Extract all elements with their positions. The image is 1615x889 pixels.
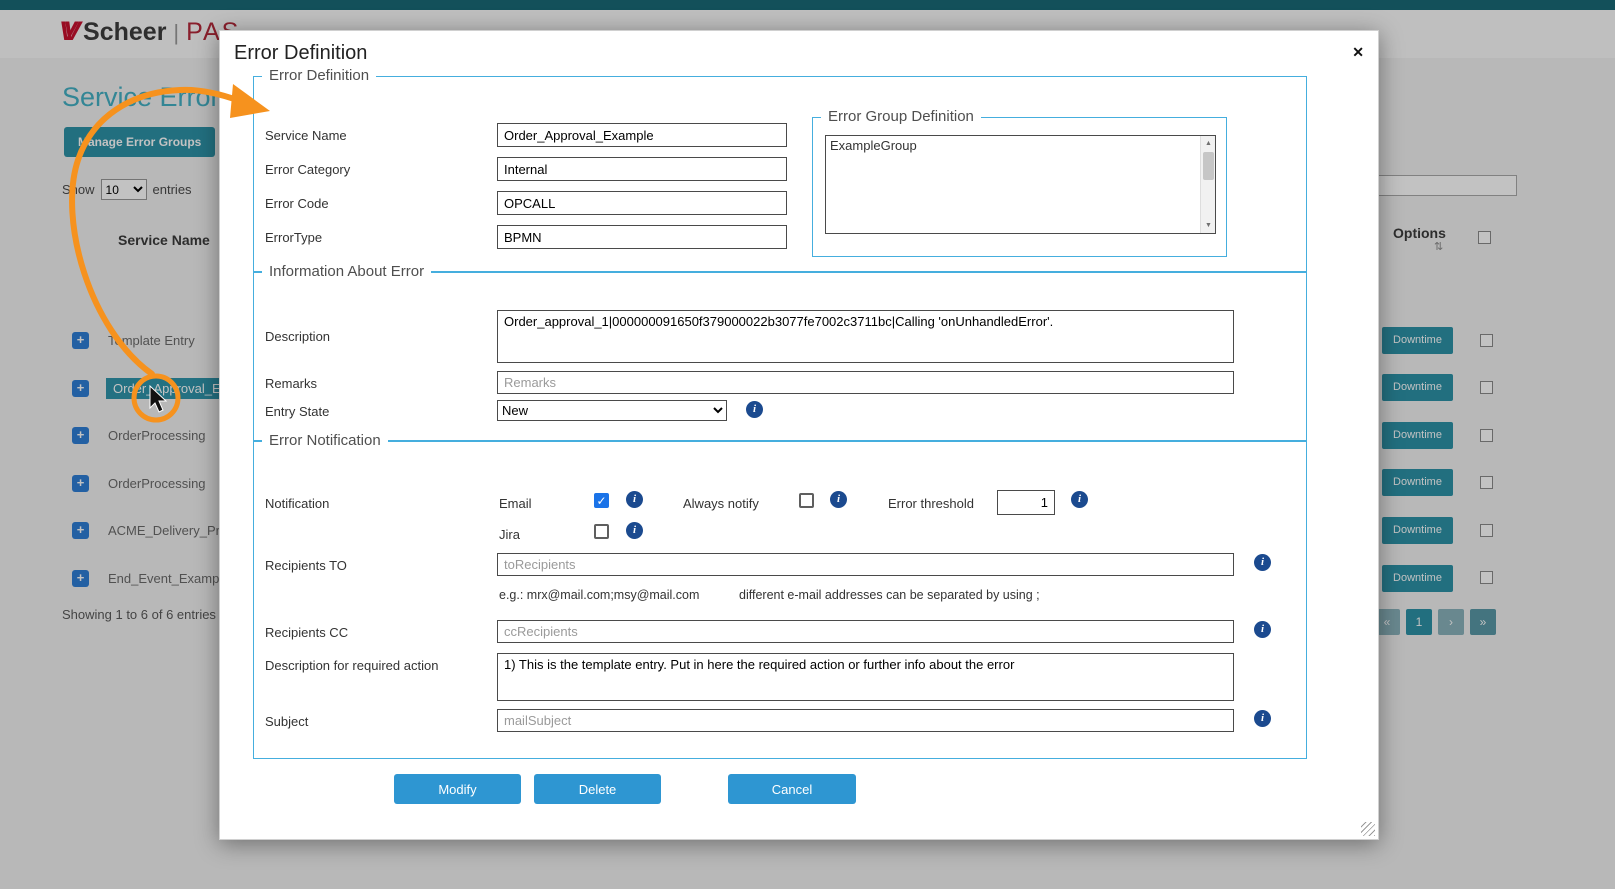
error-threshold-label: Error threshold xyxy=(888,496,974,511)
info-icon[interactable]: i xyxy=(626,522,643,539)
error-threshold-input[interactable] xyxy=(997,490,1055,515)
entry-state-select[interactable]: New xyxy=(497,400,727,421)
error-category-label: Error Category xyxy=(265,162,350,177)
required-action-label: Description for required action xyxy=(265,658,438,673)
recipients-to-input[interactable] xyxy=(497,553,1234,576)
error-group-item[interactable]: ExampleGroup xyxy=(830,138,917,153)
entry-state-label: Entry State xyxy=(265,404,329,419)
section-information-about-error: Information About Error Description Orde… xyxy=(253,272,1307,441)
section-error-notification: Error Notification Notification Email ✓ … xyxy=(253,441,1307,759)
subject-label: Subject xyxy=(265,714,308,729)
info-icon[interactable]: i xyxy=(1254,554,1271,571)
email-hint-example: e.g.: mrx@mail.com;msy@mail.com xyxy=(499,588,699,602)
jira-checkbox[interactable] xyxy=(594,524,609,539)
listbox-scrollbar[interactable]: ▲ ▼ xyxy=(1200,136,1215,233)
info-icon[interactable]: i xyxy=(1071,491,1088,508)
error-group-listbox[interactable]: ExampleGroup ▲ ▼ xyxy=(825,135,1216,234)
email-label: Email xyxy=(499,496,532,511)
modify-button[interactable]: Modify xyxy=(394,774,521,804)
info-icon[interactable]: i xyxy=(746,401,763,418)
recipients-cc-label: Recipients CC xyxy=(265,625,348,640)
always-notify-checkbox[interactable] xyxy=(799,493,814,508)
section-legend: Information About Error xyxy=(262,263,431,280)
required-action-textarea[interactable]: 1) This is the template entry. Put in he… xyxy=(497,653,1234,701)
error-code-label: Error Code xyxy=(265,196,329,211)
remarks-label: Remarks xyxy=(265,376,317,391)
delete-button[interactable]: Delete xyxy=(534,774,661,804)
section-legend: Error Notification xyxy=(262,432,388,449)
scroll-down-icon[interactable]: ▼ xyxy=(1201,218,1216,233)
always-notify-label: Always notify xyxy=(683,496,759,511)
dialog-title: Error Definition xyxy=(234,42,367,65)
jira-label: Jira xyxy=(499,527,520,542)
error-code-input[interactable] xyxy=(497,191,787,215)
email-checkbox[interactable]: ✓ xyxy=(594,493,609,508)
resize-handle[interactable] xyxy=(1361,822,1375,836)
email-hint-note: different e-mail addresses can be separa… xyxy=(739,588,1040,602)
description-label: Description xyxy=(265,329,330,344)
error-definition-dialog: Error Definition ✕ Error Definition Serv… xyxy=(219,30,1379,840)
service-name-label: Service Name xyxy=(265,128,347,143)
error-type-input[interactable] xyxy=(497,225,787,249)
notification-label: Notification xyxy=(265,496,329,511)
section-legend: Error Group Definition xyxy=(821,108,981,125)
close-icon[interactable]: ✕ xyxy=(1352,44,1364,61)
remarks-input[interactable] xyxy=(497,371,1234,394)
scrollbar-thumb[interactable] xyxy=(1203,152,1214,180)
section-legend: Error Definition xyxy=(262,67,376,84)
service-name-input[interactable] xyxy=(497,123,787,147)
error-category-input[interactable] xyxy=(497,157,787,181)
subject-input[interactable] xyxy=(497,709,1234,732)
recipients-to-label: Recipients TO xyxy=(265,558,347,573)
section-error-definition: Error Definition Service Name Error Cate… xyxy=(253,76,1307,272)
screen: VV Scheer | PAS Service Error List Manag… xyxy=(0,0,1615,889)
info-icon[interactable]: i xyxy=(1254,621,1271,638)
scroll-up-icon[interactable]: ▲ xyxy=(1201,136,1216,151)
error-type-label: ErrorType xyxy=(265,230,322,245)
section-error-group-definition: Error Group Definition ExampleGroup ▲ ▼ xyxy=(812,117,1227,257)
info-icon[interactable]: i xyxy=(830,491,847,508)
info-icon[interactable]: i xyxy=(1254,710,1271,727)
cancel-button[interactable]: Cancel xyxy=(728,774,856,804)
description-textarea[interactable]: Order_approval_1|000000091650f379000022b… xyxy=(497,310,1234,363)
info-icon[interactable]: i xyxy=(626,491,643,508)
recipients-cc-input[interactable] xyxy=(497,620,1234,643)
